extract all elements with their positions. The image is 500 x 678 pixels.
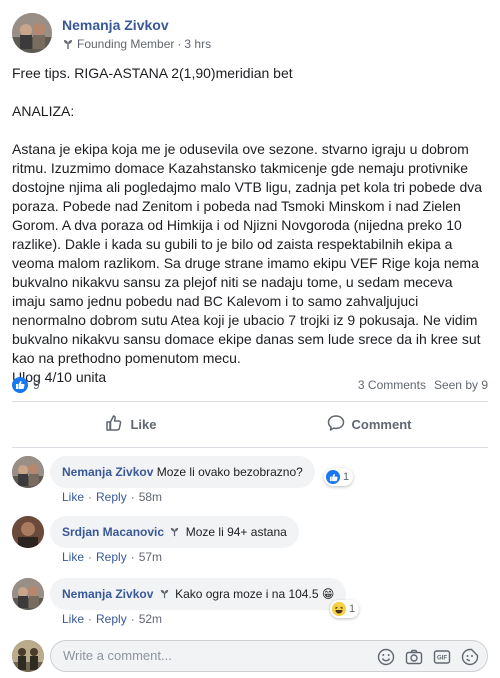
gif-icon[interactable]: GIF	[433, 648, 451, 666]
reaction-count: 1	[349, 603, 356, 615]
comment-text: Moze li ovako bezobrazno?	[156, 465, 303, 479]
comment-input-tools: GIF	[377, 648, 479, 666]
sprout-badge-icon	[62, 38, 74, 50]
comment-actions: Like · Reply · 52m	[62, 612, 162, 626]
reaction-count: 1	[343, 471, 350, 483]
commenter-avatar[interactable]	[12, 578, 44, 610]
write-comment-row: GIF	[12, 640, 488, 672]
comment-reply-link[interactable]: Reply	[96, 490, 127, 504]
post-author-name[interactable]: Nemanja Zivkov	[62, 17, 169, 33]
post-line-analysis: Astana je ekipa koja me je odusevila ove…	[12, 141, 483, 385]
author-avatar[interactable]	[12, 13, 52, 53]
comment-like-link[interactable]: Like	[62, 490, 84, 504]
separator: ·	[88, 550, 93, 564]
comment-reaction-badge[interactable]: 1	[330, 600, 360, 618]
comment-text: Moze li 94+ astana	[185, 525, 287, 539]
seen-by-link[interactable]: Seen by 9	[434, 378, 488, 392]
separator: ·	[130, 612, 135, 626]
post-body: Free tips. RIGA-ASTANA 2(1,90)meridian b…	[12, 64, 488, 387]
comment-count-link[interactable]: 3 Comments	[358, 378, 426, 392]
comment-bubble: Nemanja Zivkov Kako ogra moze i na 104.5…	[50, 578, 347, 610]
comment-reply-link[interactable]: Reply	[96, 612, 127, 626]
comment-timestamp[interactable]: 58m	[139, 490, 162, 504]
commenter-avatar[interactable]	[12, 516, 44, 548]
member-badge-label: Founding Member	[77, 37, 175, 51]
comment-reaction-badge[interactable]: 1	[324, 468, 354, 486]
haha-reaction-icon	[332, 602, 346, 616]
separator: ·	[88, 490, 93, 504]
post-timestamp[interactable]: 3 hrs	[184, 37, 211, 51]
divider	[12, 401, 488, 402]
commenter-name[interactable]: Srdjan Macanovic	[62, 525, 164, 539]
like-count[interactable]: 9	[33, 378, 40, 392]
comment-like-link[interactable]: Like	[62, 550, 84, 564]
commenter-name[interactable]: Nemanja Zivkov	[62, 465, 153, 479]
commenter-name[interactable]: Nemanja Zivkov	[62, 587, 153, 601]
svg-text:GIF: GIF	[437, 656, 447, 662]
post-header: Nemanja Zivkov Founding Member · 3 hrs	[12, 13, 488, 57]
camera-icon[interactable]	[405, 648, 423, 666]
divider	[12, 447, 488, 448]
comment-input-box[interactable]: GIF	[50, 640, 488, 672]
thumbs-up-icon	[105, 414, 123, 435]
post-meta: Founding Member · 3 hrs	[62, 37, 211, 51]
comment-timestamp[interactable]: 57m	[139, 550, 162, 564]
separator: ·	[130, 550, 135, 564]
sprout-badge-icon	[169, 525, 180, 537]
grin-emoji: 😁	[321, 587, 335, 601]
separator: ·	[130, 490, 135, 504]
comment-button-label: Comment	[351, 416, 412, 432]
commenter-avatar[interactable]	[12, 456, 44, 488]
like-reaction-icon[interactable]	[12, 377, 28, 393]
emoji-icon[interactable]	[377, 648, 395, 666]
current-user-avatar[interactable]	[12, 640, 44, 672]
comment-bubble: Srdjan Macanovic Moze li 94+ astana	[50, 516, 299, 548]
comment-bubble: Nemanja Zivkov Moze li ovako bezobrazno?	[50, 456, 315, 488]
comment-text: Kako ogra moze i na 104.5	[175, 587, 319, 601]
post-stats: 9 3 Comments Seen by 9	[12, 375, 488, 395]
post-line-title: Free tips. RIGA-ASTANA 2(1,90)meridian b…	[12, 65, 293, 81]
comment-reply-link[interactable]: Reply	[96, 550, 127, 564]
comment-actions: Like · Reply · 58m	[62, 490, 162, 504]
like-reaction-icon	[326, 470, 340, 484]
comment-button[interactable]: Comment	[250, 406, 488, 442]
like-button[interactable]: Like	[12, 406, 250, 442]
comment-like-link[interactable]: Like	[62, 612, 84, 626]
comment-actions: Like · Reply · 57m	[62, 550, 162, 564]
sprout-badge-icon	[159, 587, 170, 599]
comment-input[interactable]	[63, 648, 363, 663]
sticker-icon[interactable]	[461, 648, 479, 666]
speech-bubble-icon	[327, 414, 345, 435]
meta-separator: ·	[177, 37, 182, 51]
post-line-heading: ANALIZA:	[12, 103, 75, 119]
separator: ·	[88, 612, 93, 626]
comment-timestamp[interactable]: 52m	[139, 612, 162, 626]
post-actions: Like Comment	[12, 406, 488, 442]
like-button-label: Like	[130, 416, 157, 432]
